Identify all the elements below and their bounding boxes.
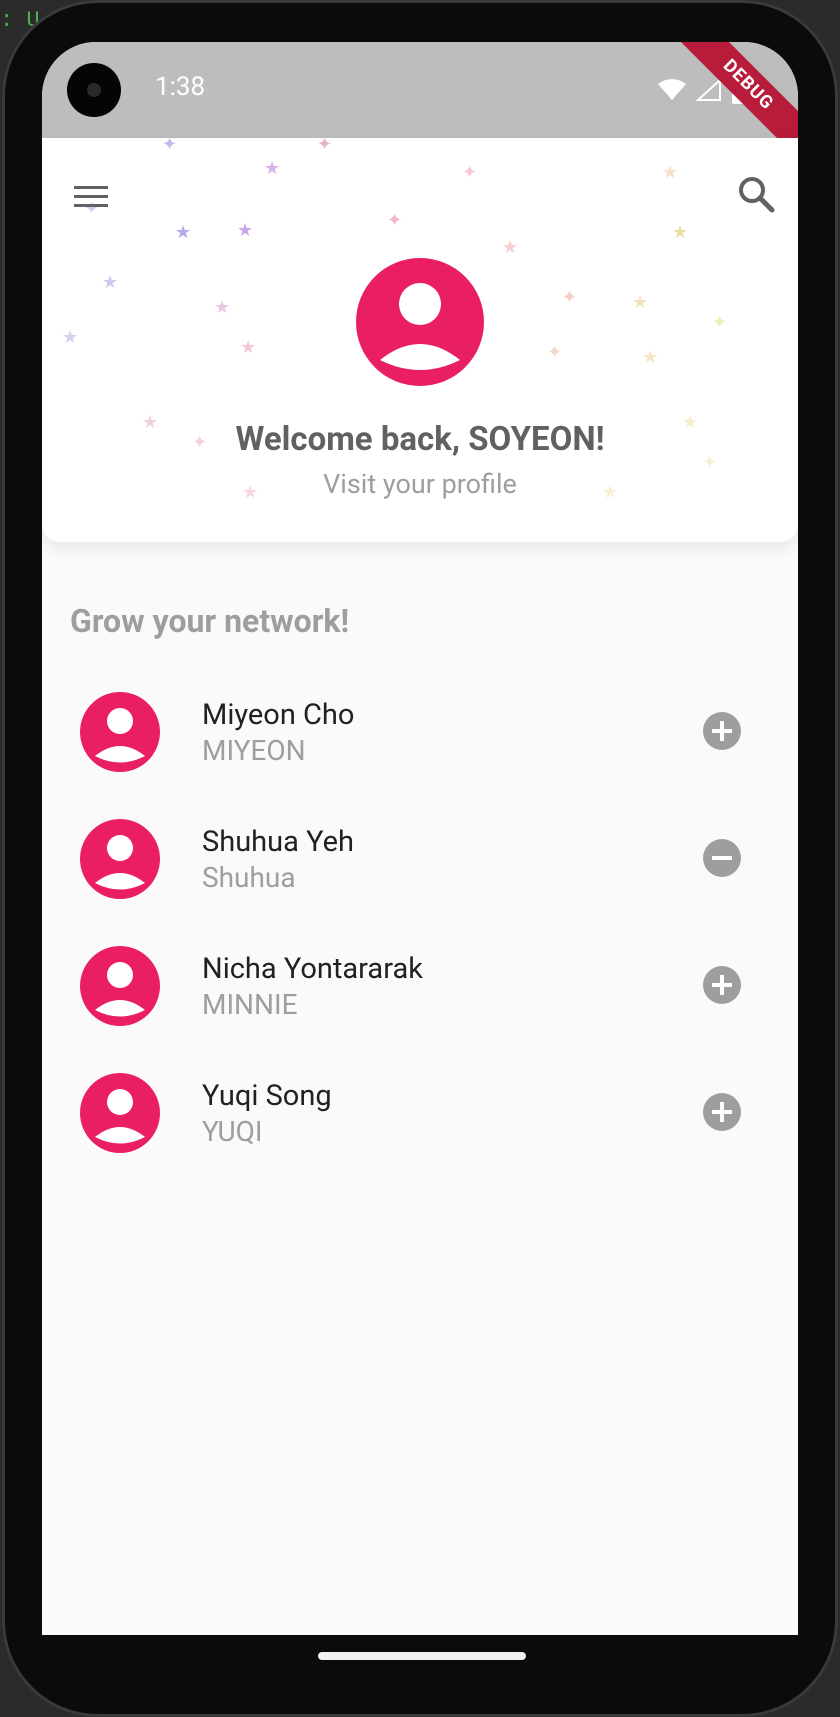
user-avatar-icon[interactable] <box>356 258 484 386</box>
svg-text:★: ★ <box>214 297 230 318</box>
add-circle-icon[interactable] <box>702 711 742 751</box>
svg-text:★: ★ <box>672 222 688 243</box>
cellular-signal-icon <box>696 78 721 101</box>
svg-text:✦: ✦ <box>712 312 727 333</box>
svg-text:✦: ✦ <box>547 342 562 363</box>
svg-text:✦: ✦ <box>462 162 477 183</box>
app-screen: 1:38 DEBUG ✦ ★ ✦ ✦ ★ ★ ★ ✦ ★ ★ ★ ✦ ★ ✦ ★… <box>42 42 798 1635</box>
profile-header-card: ✦ ★ ✦ ✦ ★ ★ ★ ✦ ★ ★ ★ ✦ ★ ✦ ★ ✦ ★ ★ ✦ ★ … <box>42 138 798 542</box>
visit-profile-link[interactable]: Visit your profile <box>42 468 798 500</box>
svg-text:✦: ✦ <box>317 138 332 155</box>
user-handle: MINNIE <box>202 988 298 1021</box>
svg-text:✦: ✦ <box>562 287 577 308</box>
svg-text:★: ★ <box>102 272 118 293</box>
menu-icon[interactable] <box>72 178 112 218</box>
user-handle: Shuhua <box>202 861 296 894</box>
svg-text:★: ★ <box>264 158 280 179</box>
svg-text:★: ★ <box>62 327 78 348</box>
remove-circle-icon[interactable] <box>702 838 742 878</box>
status-time: 1:38 <box>155 72 206 102</box>
user-name: Yuqi Song <box>202 1079 332 1113</box>
user-avatar-icon <box>80 1073 160 1153</box>
search-icon[interactable] <box>734 172 778 216</box>
add-circle-icon[interactable] <box>702 1092 742 1132</box>
add-circle-icon[interactable] <box>702 965 742 1005</box>
user-avatar-icon <box>80 819 160 899</box>
svg-text:★: ★ <box>175 222 191 243</box>
home-gesture-bar[interactable] <box>318 1652 526 1660</box>
svg-text:★: ★ <box>240 337 256 358</box>
wifi-icon <box>658 79 686 100</box>
svg-text:★: ★ <box>642 347 658 368</box>
camera-cutout <box>67 63 121 117</box>
welcome-message: Welcome back, SOYEON! <box>235 420 605 459</box>
phone-frame: 1:38 DEBUG ✦ ★ ✦ ✦ ★ ★ ★ ✦ ★ ★ ★ ✦ ★ ✦ ★… <box>2 0 838 1717</box>
user-name: Miyeon Cho <box>202 698 355 732</box>
svg-text:★: ★ <box>632 292 648 313</box>
list-item[interactable]: Shuhua Yeh Shuhua <box>42 791 798 918</box>
svg-text:★: ★ <box>502 237 518 258</box>
svg-text:✦: ✦ <box>162 138 177 155</box>
user-handle: YUQI <box>202 1115 263 1148</box>
user-avatar-icon <box>80 692 160 772</box>
status-bar: 1:38 DEBUG <box>42 42 798 168</box>
section-title: Grow your network! <box>70 602 350 640</box>
user-name: Nicha Yontararak <box>202 952 423 986</box>
list-item[interactable]: Yuqi Song YUQI <box>42 1045 798 1172</box>
user-avatar-icon <box>80 946 160 1026</box>
svg-text:✦: ✦ <box>387 210 402 231</box>
user-handle: MIYEON <box>202 734 306 767</box>
svg-text:★: ★ <box>237 220 253 241</box>
suggested-users-list: Miyeon Cho MIYEON Shuhua Yeh Shuhua Nich… <box>42 664 798 1172</box>
user-name: Shuhua Yeh <box>202 825 354 859</box>
svg-text:★: ★ <box>662 162 678 183</box>
list-item[interactable]: Miyeon Cho MIYEON <box>42 664 798 791</box>
list-item[interactable]: Nicha Yontararak MINNIE <box>42 918 798 1045</box>
